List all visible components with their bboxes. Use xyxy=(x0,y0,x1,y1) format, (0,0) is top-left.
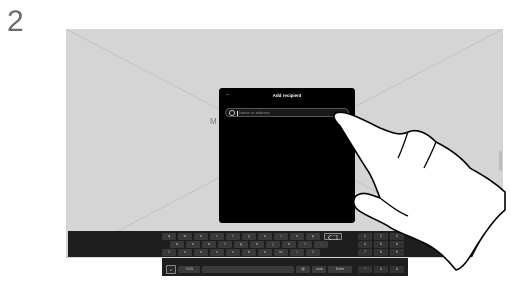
pointing-hand-icon xyxy=(333,111,511,282)
